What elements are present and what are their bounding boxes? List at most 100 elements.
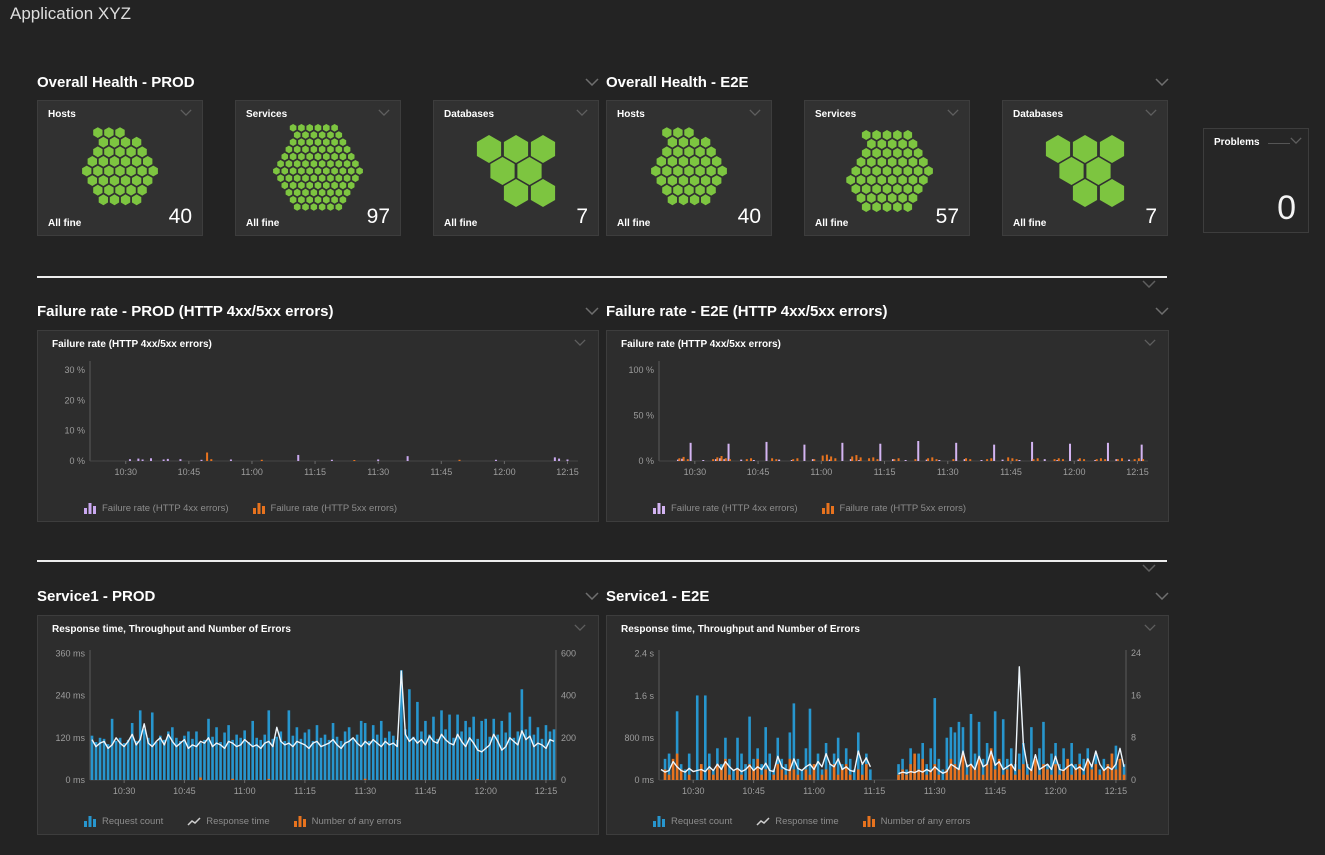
chevron-down-icon[interactable]	[1144, 624, 1156, 631]
section-title: Service1 - E2E	[606, 588, 709, 605]
svg-text:12:15: 12:15	[1126, 467, 1149, 477]
legend-item[interactable]: Number of any errors	[294, 816, 402, 827]
chevron-down-icon[interactable]	[1142, 280, 1156, 288]
line-chart-icon	[187, 817, 201, 827]
failure-rate-prod-chart[interactable]: 30 %20 %10 %0 %10:3010:4511:0011:1511:30…	[46, 357, 591, 495]
svg-text:11:00: 11:00	[810, 467, 832, 477]
svg-text:10:45: 10:45	[178, 467, 201, 477]
legend-label: Number of any errors	[312, 816, 402, 827]
failure-rate-e2e-chart[interactable]: 100 %50 %0 %10:3010:4511:0011:1511:3011:…	[615, 357, 1161, 495]
svg-text:30 %: 30 %	[64, 365, 85, 375]
entity-count: 97	[367, 205, 390, 229]
section-header-overall-health-prod: Overall Health - PROD	[37, 72, 599, 92]
svg-text:12:00: 12:00	[1063, 467, 1086, 477]
section-title: Overall Health - PROD	[37, 74, 195, 91]
chevron-down-icon[interactable]	[585, 307, 599, 315]
health-tile-hosts-prod[interactable]: Hosts All fine 40	[37, 100, 203, 236]
legend-item[interactable]: Request count	[84, 816, 163, 827]
chevron-down-icon[interactable]	[749, 109, 761, 116]
health-tile-services-e2e[interactable]: Services All fine 57	[804, 100, 970, 236]
section-divider	[37, 276, 1167, 278]
chevron-down-icon[interactable]	[1142, 564, 1156, 572]
chart-legend: Request count Response time Number of an…	[84, 816, 401, 827]
chevron-down-icon[interactable]	[574, 624, 586, 631]
chevron-down-icon[interactable]	[1290, 137, 1302, 144]
failure-rate-prod-tile[interactable]: Failure rate (HTTP 4xx/5xx errors) 30 % 2…	[37, 330, 599, 522]
service1-e2e-tile[interactable]: Response time, Throughput and Number of …	[606, 615, 1169, 835]
svg-text:11:15: 11:15	[294, 786, 316, 796]
svg-text:10:30: 10:30	[682, 786, 705, 796]
service1-e2e-chart[interactable]: 2.4 s1.6 s800 ms0 ms24168010:3010:4511:0…	[615, 642, 1161, 810]
chevron-down-icon[interactable]	[585, 592, 599, 600]
legend-label: Request count	[102, 816, 163, 827]
section-title: Failure rate - PROD (HTTP 4xx/5xx errors…	[37, 303, 334, 320]
svg-text:120 ms: 120 ms	[55, 733, 85, 743]
svg-text:10:45: 10:45	[747, 467, 770, 477]
svg-text:800 ms: 800 ms	[624, 733, 654, 743]
svg-text:240 ms: 240 ms	[55, 691, 85, 701]
legend-label: Response time	[206, 816, 269, 827]
problems-tile[interactable]: Problems 0	[1203, 128, 1309, 233]
svg-text:12:15: 12:15	[535, 786, 558, 796]
chart-title: Response time, Throughput and Number of …	[52, 624, 291, 635]
service1-prod-chart[interactable]: 360 ms240 ms120 ms0 ms600400200010:3010:…	[46, 642, 591, 810]
dashboard: Application XYZ Overall Health - PROD Ov…	[0, 0, 1325, 855]
legend-item[interactable]: Request count	[653, 816, 732, 827]
chevron-down-icon[interactable]	[1155, 307, 1169, 315]
health-tile-hosts-e2e[interactable]: Hosts All fine 40	[606, 100, 772, 236]
svg-text:50 %: 50 %	[633, 411, 654, 421]
svg-text:400: 400	[561, 691, 576, 701]
chevron-down-icon[interactable]	[576, 109, 588, 116]
chevron-down-icon[interactable]	[378, 109, 390, 116]
svg-text:12:00: 12:00	[493, 467, 516, 477]
svg-text:10:45: 10:45	[173, 786, 196, 796]
health-tile-services-prod[interactable]: Services All fine 97	[235, 100, 401, 236]
svg-text:11:45: 11:45	[1000, 467, 1022, 477]
svg-text:360 ms: 360 ms	[55, 649, 85, 659]
svg-text:10:45: 10:45	[742, 786, 765, 796]
bar-chart-icon	[863, 816, 876, 827]
tile-title: Problems	[1214, 137, 1260, 148]
chart-title: Failure rate (HTTP 4xx/5xx errors)	[52, 339, 212, 350]
bar-chart-icon	[84, 503, 97, 514]
chevron-down-icon[interactable]	[585, 78, 599, 86]
entity-count: 40	[169, 205, 192, 229]
chevron-down-icon[interactable]	[180, 109, 192, 116]
health-tile-databases-e2e[interactable]: Databases All fine 7	[1002, 100, 1168, 236]
health-tile-databases-prod[interactable]: Databases All fine 7	[433, 100, 599, 236]
chevron-down-icon[interactable]	[947, 109, 959, 116]
chevron-down-icon[interactable]	[574, 339, 586, 346]
chart-legend: Request count Response time Number of an…	[653, 816, 970, 827]
svg-text:20 %: 20 %	[64, 395, 85, 405]
chart-title: Failure rate (HTTP 4xx/5xx errors)	[621, 339, 781, 350]
svg-text:10 %: 10 %	[64, 426, 85, 436]
legend-item[interactable]: Response time	[756, 816, 838, 827]
legend-item[interactable]: Number of any errors	[863, 816, 971, 827]
svg-text:10:30: 10:30	[114, 467, 137, 477]
svg-text:11:30: 11:30	[924, 786, 946, 796]
legend-item[interactable]: Failure rate (HTTP 5xx errors)	[822, 503, 967, 514]
legend-item[interactable]: Failure rate (HTTP 5xx errors)	[253, 503, 398, 514]
service1-prod-tile[interactable]: Response time, Throughput and Number of …	[37, 615, 599, 835]
section-title: Service1 - PROD	[37, 588, 155, 605]
svg-text:12:15: 12:15	[556, 467, 579, 477]
svg-text:11:00: 11:00	[234, 786, 256, 796]
svg-text:11:45: 11:45	[984, 786, 1006, 796]
failure-rate-e2e-tile[interactable]: Failure rate (HTTP 4xx/5xx errors) 100 %…	[606, 330, 1169, 522]
line-chart-icon	[756, 817, 770, 827]
chevron-down-icon[interactable]	[1144, 339, 1156, 346]
section-header-overall-health-e2e: Overall Health - E2E	[606, 72, 1169, 92]
entity-count: 7	[1145, 205, 1157, 229]
svg-text:11:30: 11:30	[937, 467, 959, 477]
legend-item[interactable]: Failure rate (HTTP 4xx errors)	[84, 503, 229, 514]
status-label: All fine	[246, 218, 279, 229]
chevron-down-icon[interactable]	[1155, 592, 1169, 600]
status-label: All fine	[444, 218, 477, 229]
section-title: Failure rate - E2E (HTTP 4xx/5xx errors)	[606, 303, 888, 320]
svg-text:0: 0	[1131, 775, 1136, 785]
legend-item[interactable]: Failure rate (HTTP 4xx errors)	[653, 503, 798, 514]
legend-item[interactable]: Response time	[187, 816, 269, 827]
bar-chart-icon	[822, 503, 835, 514]
chevron-down-icon[interactable]	[1155, 78, 1169, 86]
chevron-down-icon[interactable]	[1145, 109, 1157, 116]
